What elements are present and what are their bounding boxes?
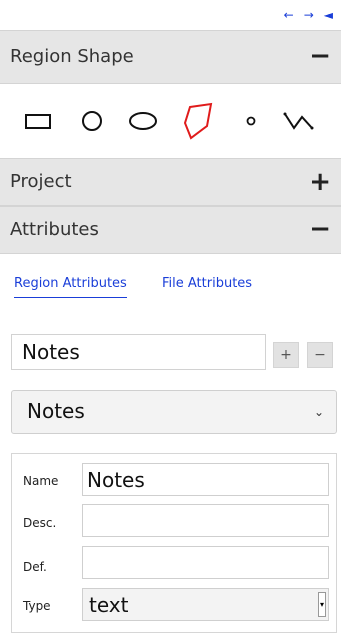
attribute-select[interactable]: Notes ⌄ — [11, 390, 337, 434]
rectangle-shape-icon[interactable] — [18, 84, 58, 158]
point-shape-icon[interactable] — [236, 84, 266, 158]
collapse-panel-button[interactable]: ◄ — [324, 9, 333, 21]
type-value: text — [89, 593, 129, 617]
ellipse-shape-icon[interactable] — [120, 84, 166, 158]
region-shape-header[interactable]: Region Shape − — [0, 30, 341, 84]
new-attribute-input[interactable] — [11, 334, 266, 370]
desc-field[interactable] — [82, 504, 329, 537]
attribute-details: Name Notes Desc. Def. Type text ▾ — [11, 453, 337, 633]
attributes-title: Attributes — [10, 219, 99, 240]
select-arrows-icon: ▾ — [318, 592, 326, 617]
type-label: Type — [23, 599, 51, 613]
tab-region-attributes[interactable]: Region Attributes — [14, 276, 127, 298]
region-shape-toggle[interactable]: − — [309, 43, 331, 69]
move-right-button[interactable]: → — [304, 9, 314, 21]
name-value: Notes — [87, 468, 145, 492]
attributes-header[interactable]: Attributes − — [0, 206, 341, 254]
tab-file-attributes[interactable]: File Attributes — [162, 276, 252, 291]
project-toggle[interactable]: + — [309, 169, 331, 195]
type-select[interactable]: text ▾ — [82, 588, 329, 621]
polyline-shape-icon[interactable] — [280, 84, 320, 158]
project-header[interactable]: Project + — [0, 158, 341, 206]
polygon-shape-icon[interactable] — [176, 84, 222, 158]
name-label: Name — [23, 474, 59, 488]
shape-toolbar — [0, 84, 341, 158]
desc-label: Desc. — [23, 516, 57, 530]
circle-shape-icon[interactable] — [72, 84, 112, 158]
panel-nav: ← → ◄ — [0, 0, 341, 30]
name-field[interactable]: Notes — [82, 463, 329, 496]
remove-attribute-button[interactable]: − — [307, 342, 333, 368]
attributes-toggle[interactable]: − — [309, 216, 331, 242]
add-attribute-button[interactable]: + — [273, 342, 299, 368]
region-shape-title: Region Shape — [10, 46, 134, 67]
def-field[interactable] — [82, 546, 329, 579]
project-title: Project — [10, 171, 72, 192]
attribute-select-value: Notes — [27, 399, 85, 423]
def-label: Def. — [23, 560, 47, 574]
chevron-down-icon: ⌄ — [313, 405, 324, 419]
move-left-button[interactable]: ← — [284, 9, 294, 21]
